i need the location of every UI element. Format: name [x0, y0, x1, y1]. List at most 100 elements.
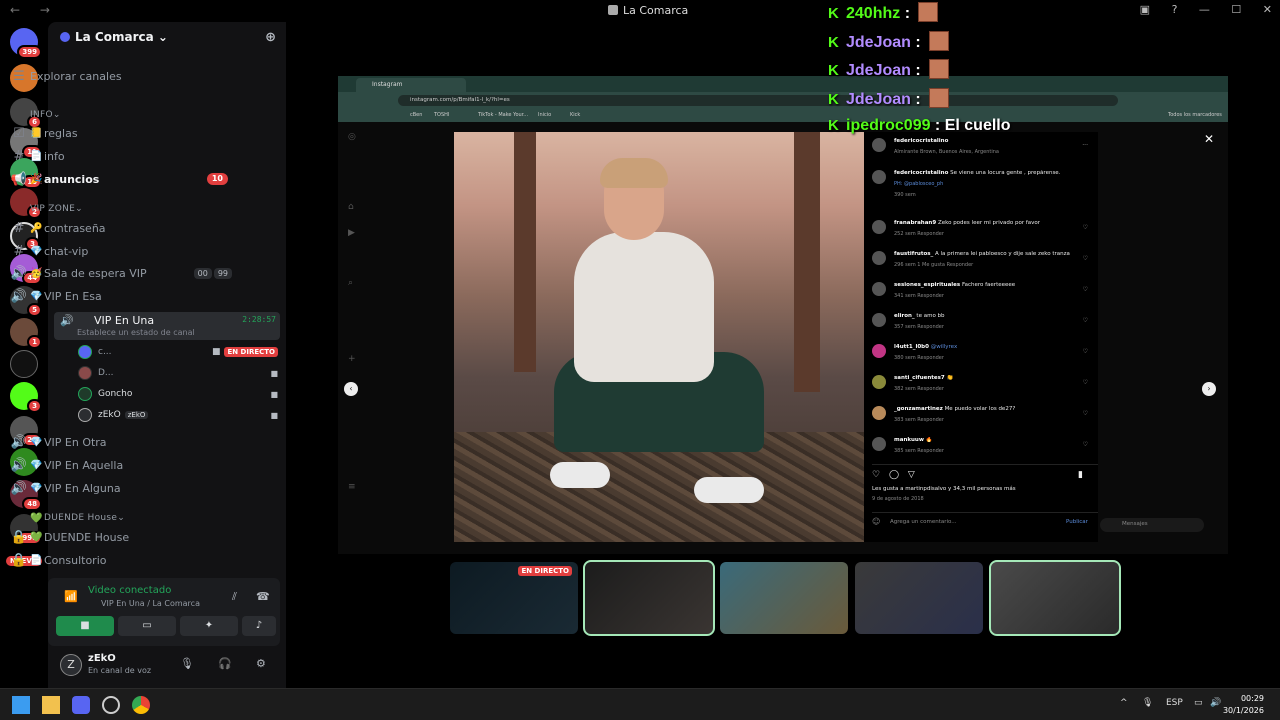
close-icon[interactable]: ✕: [1204, 132, 1214, 146]
soundboard-button[interactable]: ♪: [242, 616, 276, 636]
windows-start-icon[interactable]: [12, 696, 30, 714]
emote-icon: [929, 88, 950, 108]
network-icon[interactable]: ▭: [1194, 698, 1203, 708]
language-indicator[interactable]: ESP: [1166, 698, 1183, 708]
direct-messages-icon[interactable]: 399: [10, 28, 42, 59]
heart-icon[interactable]: ♡: [1083, 410, 1088, 417]
channel-vip-alguna[interactable]: 🔊 💎 VIP En Alguna: [8, 477, 232, 499]
app-icon[interactable]: [102, 696, 120, 714]
invite-icon[interactable]: ⊕: [265, 30, 276, 45]
comment-icon[interactable]: ◯: [889, 470, 899, 480]
bookmark[interactable]: cBen: [410, 112, 422, 118]
heart-icon[interactable]: ♡: [1083, 379, 1088, 386]
menu-icon[interactable]: ≡: [348, 482, 356, 492]
heart-icon[interactable]: ♡: [1083, 224, 1088, 231]
chrome-icon[interactable]: [132, 696, 150, 714]
noise-suppression-icon[interactable]: ⫽: [232, 590, 237, 604]
headphones-icon[interactable]: 🎧: [218, 657, 232, 670]
camera-thumbnail[interactable]: [583, 560, 715, 636]
post-photo[interactable]: [454, 132, 864, 542]
share-icon[interactable]: ▽: [908, 470, 915, 480]
channel-reglas[interactable]: ☑ 📒 reglas: [8, 122, 232, 144]
nav-arrows[interactable]: ← →: [10, 3, 58, 17]
comment-input[interactable]: Agrega un comentario...: [890, 519, 957, 525]
heart-icon[interactable]: ♡: [1083, 441, 1088, 448]
explore-channels[interactable]: ☰ Explorar canales: [8, 65, 232, 87]
heart-icon[interactable]: ♡: [1083, 255, 1088, 262]
user-avatar[interactable]: Z: [60, 654, 82, 676]
microphone-icon[interactable]: 🎙: [180, 657, 194, 670]
likes-count[interactable]: Les gusta a martinpdisalvo y 34,3 mil pe…: [872, 486, 1016, 492]
like-icon[interactable]: ♡: [872, 470, 880, 480]
camera-thumbnail[interactable]: [989, 560, 1121, 636]
screen-share-button[interactable]: ▭: [118, 616, 176, 636]
heart-icon[interactable]: ♡: [1083, 286, 1088, 293]
member-item[interactable]: zEkO zEkO ■: [78, 405, 278, 425]
activities-button[interactable]: ✦: [180, 616, 238, 636]
help-icon[interactable]: ?: [1172, 3, 1178, 16]
maximize-button[interactable]: ☐: [1231, 3, 1241, 16]
channel-vip-una[interactable]: 🔊 VIP En Una Establece un estado de cana…: [54, 312, 280, 340]
server-icon-9[interactable]: 1: [10, 318, 42, 349]
close-button[interactable]: ✕: [1263, 3, 1272, 16]
next-arrow-icon[interactable]: ›: [1202, 382, 1216, 396]
heart-icon[interactable]: ♡: [1083, 348, 1088, 355]
reels-icon[interactable]: ▶: [348, 228, 355, 238]
bookmark[interactable]: TOSHI: [434, 112, 449, 118]
discord-icon[interactable]: [72, 696, 90, 714]
create-icon[interactable]: +: [348, 354, 356, 364]
tray-chevron-icon[interactable]: ^: [1120, 698, 1128, 708]
more-options-icon[interactable]: ···: [1082, 142, 1088, 149]
voice-channel-link[interactable]: VIP En Una / La Comarca: [101, 599, 200, 608]
channel-status[interactable]: Establece un estado de canal: [77, 328, 195, 337]
home-icon[interactable]: ⌂: [348, 202, 354, 212]
bookmark[interactable]: TikTok - Make Your...: [478, 112, 528, 118]
channel-chat-vip[interactable]: # 💎 chat-vip: [8, 240, 232, 262]
search-icon[interactable]: ⌕: [348, 278, 353, 288]
channel-contrasena[interactable]: # 🔑 contraseña: [8, 217, 232, 239]
channel-sala-espera[interactable]: 🔊 🥳 Sala de espera VIP 00 99: [8, 262, 232, 284]
minimize-button[interactable]: —: [1199, 3, 1210, 16]
publish-button[interactable]: Publicar: [1066, 519, 1088, 525]
channel-consultorio[interactable]: 🔒 📄 Consultorio: [8, 549, 232, 571]
inbox-icon[interactable]: ▣: [1140, 3, 1150, 16]
volume-icon[interactable]: 🔊: [1210, 698, 1221, 708]
heart-icon[interactable]: ♡: [1083, 317, 1088, 324]
bookmark[interactable]: Inicio: [538, 112, 551, 118]
browser-address-row: instagram.com/p/BmifaI1-l_k/?hl=es: [338, 92, 1228, 109]
member-item[interactable]: D... ■: [78, 363, 278, 383]
address-bar[interactable]: instagram.com/p/BmifaI1-l_k/?hl=es: [398, 95, 1118, 106]
channel-vip-otra[interactable]: 🔊 💎 VIP En Otra: [8, 431, 232, 453]
camera-button[interactable]: ■: [56, 616, 114, 636]
channel-info[interactable]: # 📄 info: [8, 145, 232, 167]
all-bookmarks[interactable]: Todos los marcadores: [1168, 112, 1222, 118]
channel-vip-esa[interactable]: 🔊 💎 VIP En Esa: [8, 285, 232, 307]
member-item[interactable]: Goncho ■: [78, 384, 278, 404]
server-header[interactable]: La Comarca ⌄ ⊕: [48, 22, 286, 54]
screen-share-stream[interactable]: Instagram instagram.com/p/BmifaI1-l_k/?h…: [338, 76, 1228, 554]
prev-arrow-icon[interactable]: ‹: [344, 382, 358, 396]
stream-thumbnail[interactable]: EN DIRECTO: [450, 562, 578, 634]
server-icon-10[interactable]: [10, 350, 38, 378]
hash-icon: #: [13, 148, 25, 164]
disconnect-icon[interactable]: ☎: [256, 590, 270, 603]
kick-server-icon[interactable]: 3: [10, 382, 42, 413]
camera-thumbnail[interactable]: [855, 562, 983, 634]
file-explorer-icon[interactable]: [42, 696, 60, 714]
emoji-icon[interactable]: ☺: [872, 517, 880, 526]
hash-icon: #: [13, 220, 25, 236]
save-icon[interactable]: ▮: [1078, 470, 1083, 480]
channel-duende-house[interactable]: 🔒 💚 DUENDE House: [8, 526, 232, 548]
camera-thumbnail[interactable]: [720, 562, 848, 634]
channel-vip-aquella[interactable]: 🔊 💎 VIP En Aquella: [8, 454, 232, 476]
browser-tab[interactable]: Instagram: [356, 78, 466, 92]
avatar: [78, 408, 92, 422]
member-item[interactable]: c... ■ EN DIRECTO: [78, 342, 278, 362]
messages-pill[interactable]: Mensajes: [1100, 518, 1204, 532]
settings-gear-icon[interactable]: ⚙: [256, 657, 266, 670]
system-clock[interactable]: 00:29 30/1/2026: [1223, 693, 1264, 717]
channel-anuncios[interactable]: 📢 🎉 anuncios 10: [8, 168, 232, 190]
bookmark[interactable]: Kick: [570, 112, 580, 118]
microphone-tray-icon[interactable]: 🎙: [1142, 698, 1153, 708]
instagram-icon[interactable]: ◎: [348, 132, 356, 142]
